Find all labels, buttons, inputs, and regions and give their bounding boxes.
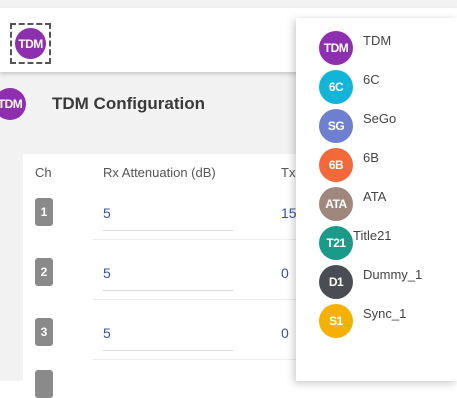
- selected-device-button[interactable]: TDM: [10, 23, 51, 64]
- column-header-tx: Tx: [281, 165, 296, 180]
- table-row: 3 5 0: [23, 310, 323, 360]
- device-avatar: 6B: [319, 148, 353, 182]
- dropdown-item-label: 6C: [363, 72, 380, 87]
- dropdown-item-label: 6B: [363, 150, 379, 165]
- device-avatar: D1: [319, 265, 353, 299]
- rx-input-underline: [103, 230, 233, 231]
- tx-value[interactable]: 0: [281, 265, 289, 281]
- tx-value[interactable]: 15: [281, 205, 297, 221]
- dropdown-item-6b[interactable]: 6B 6B: [296, 146, 457, 184]
- page-title: TDM Configuration: [52, 94, 205, 113]
- dropdown-item-title21[interactable]: T21 Title21: [296, 224, 457, 262]
- row-divider: [93, 299, 323, 300]
- dropdown-item-tdm[interactable]: TDM TDM: [296, 29, 457, 67]
- channel-badge: 2: [35, 258, 53, 286]
- rx-attenuation-value[interactable]: 5: [103, 325, 111, 341]
- dropdown-item-sync-1[interactable]: S1 Sync_1: [296, 302, 457, 340]
- channel-badge: 1: [35, 198, 53, 226]
- channel-badge-partial: [35, 370, 53, 398]
- table-row: 2 5 0: [23, 250, 323, 300]
- dropdown-item-label: SeGo: [363, 111, 397, 126]
- device-avatar: 6C: [319, 70, 353, 104]
- rx-attenuation-value[interactable]: 5: [103, 205, 111, 221]
- top-strip: [0, 0, 457, 8]
- rx-input-underline: [103, 290, 233, 291]
- row-divider: [93, 239, 323, 240]
- selected-device-avatar: TDM: [15, 28, 46, 59]
- dropdown-item-ata[interactable]: ATA ATA: [296, 185, 457, 223]
- dropdown-item-6c[interactable]: 6C 6C: [296, 68, 457, 106]
- column-header-ch: Ch: [35, 165, 52, 180]
- column-header-rx-attenuation: Rx Attenuation (dB): [103, 165, 216, 180]
- dropdown-item-label: TDM: [363, 33, 392, 48]
- device-avatar: SG: [319, 109, 353, 143]
- dropdown-item-label: ATA: [363, 189, 387, 204]
- row-divider: [93, 359, 323, 360]
- tx-value[interactable]: 0: [281, 325, 289, 341]
- device-avatar: TDM: [319, 31, 353, 65]
- device-avatar: S1: [319, 304, 353, 338]
- channel-badge: 3: [35, 318, 53, 346]
- dropdown-item-label: Sync_1: [363, 306, 407, 321]
- channel-table: Ch Rx Attenuation (dB) Tx 1 5 15 2 5 0 3…: [23, 154, 323, 398]
- dropdown-item-dummy-1[interactable]: D1 Dummy_1: [296, 263, 457, 301]
- device-avatar: T21: [319, 226, 353, 260]
- rx-attenuation-value[interactable]: 5: [103, 265, 111, 281]
- device-avatar: ATA: [319, 187, 353, 221]
- table-row: 1 5 15: [23, 190, 323, 240]
- config-header: TDM TDM Configuration: [0, 82, 300, 126]
- device-dropdown-menu: TDM TDM 6C 6C SG SeGo 6B 6B ATA ATA T21 …: [296, 18, 457, 381]
- dropdown-item-label: Dummy_1: [363, 267, 423, 282]
- config-device-avatar: TDM: [0, 88, 26, 120]
- dropdown-item-label: Title21: [353, 228, 392, 243]
- rx-input-underline: [103, 350, 233, 351]
- dropdown-item-sego[interactable]: SG SeGo: [296, 107, 457, 145]
